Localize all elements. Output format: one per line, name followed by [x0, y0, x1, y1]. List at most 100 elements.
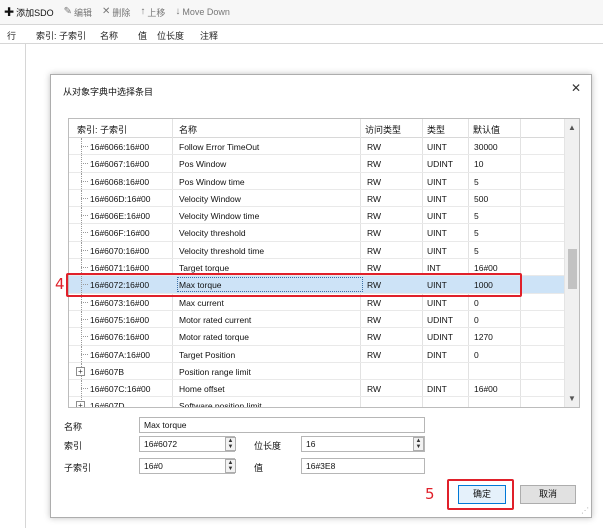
cell-index: 16#607D	[90, 401, 125, 408]
delete-label: 删除	[112, 7, 131, 18]
delete-icon: ✕	[101, 6, 111, 17]
index-stepper[interactable]: ▲ ▼	[225, 437, 236, 451]
resize-grip-icon[interactable]: ⋰	[581, 506, 589, 515]
cell-name: Motor rated current	[179, 314, 252, 325]
cell-name: Pos Window time	[179, 176, 245, 187]
arrow-up-icon: ↑	[140, 6, 146, 17]
subindex-label: 子索引	[64, 463, 92, 473]
cell-type: UINT	[427, 176, 447, 187]
cell-access: RW	[367, 349, 382, 360]
bit-length-field[interactable]: 16	[301, 436, 425, 452]
column-header-name[interactable]: 名称	[179, 123, 197, 136]
subindex-field[interactable]: 16#0	[139, 458, 235, 474]
scroll-down-icon[interactable]: ▼	[568, 394, 576, 403]
column-header-access[interactable]: 访问类型	[365, 123, 401, 136]
bit-length-stepper[interactable]: ▲ ▼	[413, 437, 424, 451]
cell-type: UINT	[427, 142, 447, 152]
tree-branch	[81, 146, 88, 147]
cell-default: 0	[474, 349, 479, 360]
move-down-button[interactable]: ↓ Move Down	[175, 6, 230, 18]
table-row[interactable]: 16#6067:16#00 Pos Window RW UDINT 10	[69, 155, 565, 173]
cell-name: Max current	[179, 297, 224, 308]
table-row[interactable]: 16#6075:16#00 Motor rated current RW UDINT 0	[69, 310, 565, 329]
cell-access: RW	[367, 297, 382, 308]
cell-type: UDINT	[427, 332, 453, 343]
close-icon[interactable]: ✕	[571, 81, 581, 95]
expand-icon[interactable]: +	[76, 401, 85, 407]
column-header-default[interactable]: 默认值	[473, 123, 500, 136]
grid-header-value[interactable]: 值	[138, 29, 147, 42]
tree-branch	[81, 318, 88, 320]
grid-header-name[interactable]: 名称	[100, 29, 118, 42]
name-field[interactable]: Max torque	[139, 417, 425, 433]
cell-default: 0	[474, 297, 479, 308]
table-row[interactable]: 16#606F:16#00 Velocity threshold RW UINT 5	[69, 224, 565, 242]
value-label: 值	[254, 463, 264, 473]
tree-branch	[81, 388, 88, 390]
delete-button[interactable]: ✕ 删除	[102, 6, 130, 19]
sdo-grid-header: 行 索引: 子索引 名称 值 位长度 注释	[0, 24, 603, 44]
cell-access: RW	[367, 159, 382, 170]
table-row[interactable]: 16#607A:16#00 Target Position RW DINT 0	[69, 345, 565, 363]
cell-name: Follow Error TimeOut	[179, 142, 260, 152]
edit-button[interactable]: ✎ 编辑	[64, 6, 92, 19]
cell-type: UDINT	[427, 159, 453, 170]
move-down-label: Move Down	[182, 7, 230, 17]
cell-default: 1270	[474, 332, 493, 343]
index-field[interactable]: 16#6072	[139, 436, 235, 452]
cell-type: INT	[427, 263, 441, 274]
cell-name: Velocity threshold time	[179, 245, 265, 256]
cell-default: 0	[474, 314, 479, 325]
cell-name: Velocity threshold	[179, 228, 246, 239]
cell-type: DINT	[427, 384, 447, 395]
table-row[interactable]: 16#606D:16#00 Velocity Window RW UINT 500	[69, 189, 565, 208]
table-row[interactable]: 16#6066:16#00 Follow Error TimeOut RW UINT 3…	[69, 138, 565, 156]
cell-access: RW	[367, 384, 382, 395]
ok-button[interactable]: 确定	[458, 485, 506, 504]
expand-icon[interactable]: +	[76, 366, 85, 376]
cell-name: Velocity Window time	[179, 211, 260, 222]
table-row[interactable]: 16#607C:16#00 Home offset RW DINT 16#00	[69, 380, 565, 398]
table-row[interactable]: 16#6076:16#00 Motor rated torque RW UDINT 12…	[69, 328, 565, 346]
cell-index: 16#606F:16#00	[90, 228, 150, 239]
cell-index: 16#6071:16#00	[90, 263, 150, 274]
cell-index: 16#6066:16#00	[90, 142, 150, 152]
cell-index: 16#607B	[90, 366, 125, 377]
grid-header-index[interactable]: 索引: 子索引	[36, 29, 86, 42]
table-row[interactable]: +16#607D Software position limit	[69, 397, 565, 408]
value-field[interactable]: 16#3E8	[301, 458, 425, 474]
edit-label: 编辑	[73, 7, 92, 18]
move-up-button[interactable]: ↑ 上移	[140, 6, 165, 19]
cancel-button[interactable]: 取消	[520, 485, 576, 504]
table-row[interactable]: 16#6068:16#00 Pos Window time RW UINT 5	[69, 172, 565, 190]
dialog-title: 从对象字典中选择条目	[63, 87, 154, 97]
table-row[interactable]: +16#607B Position range limit	[69, 362, 565, 381]
move-up-label: 上移	[147, 7, 166, 18]
step-5-marker: 5	[425, 485, 435, 503]
cell-type: UINT	[427, 193, 447, 204]
table-row[interactable]: 16#6070:16#00 Velocity threshold time RW UI…	[69, 241, 565, 260]
grid-header-bit-length[interactable]: 位长度	[157, 29, 184, 42]
tree-branch	[81, 180, 88, 182]
tree-branch	[81, 301, 88, 303]
cell-name: Position range limit	[179, 366, 251, 377]
scroll-up-icon[interactable]: ▲	[568, 123, 576, 132]
cell-name: Motor rated torque	[179, 332, 249, 343]
vertical-scrollbar[interactable]: ▲ ▼	[564, 119, 579, 407]
column-header-index[interactable]: 索引: 子索引	[77, 123, 127, 136]
subindex-stepper[interactable]: ▲ ▼	[225, 459, 236, 473]
table-row[interactable]: 16#606E:16#00 Velocity Window time RW UINT 5	[69, 207, 565, 225]
grid-header-comment[interactable]: 注释	[200, 29, 218, 42]
add-sdo-button[interactable]: ✚ 添加SDO	[4, 6, 54, 19]
tree-branch	[81, 249, 88, 251]
arrow-down-icon: ↓	[175, 6, 181, 17]
scroll-thumb[interactable]	[568, 249, 577, 289]
cell-index: 16#6068:16#00	[90, 176, 150, 187]
cell-access: RW	[367, 332, 382, 343]
cell-default: 5	[474, 211, 479, 222]
step-4-marker: 4	[55, 275, 65, 293]
plus-icon: ✚	[4, 5, 15, 19]
grid-header-row[interactable]: 行	[7, 29, 16, 42]
column-header-type[interactable]: 类型	[427, 123, 445, 136]
cell-default: 5	[474, 245, 479, 256]
